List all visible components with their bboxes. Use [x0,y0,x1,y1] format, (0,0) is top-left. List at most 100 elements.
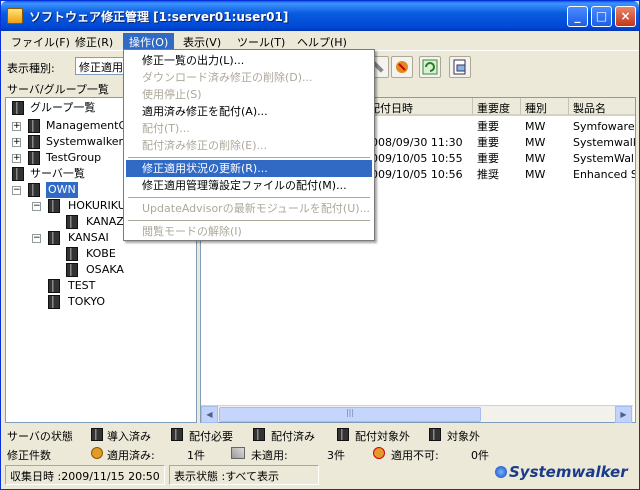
column-header-severity[interactable]: 重要度 [473,98,521,116]
minimize-button[interactable]: _ [567,6,588,27]
server-icon [48,279,60,293]
applied-label: 適用済み: [107,449,155,462]
display-type-label: 表示種別: [7,62,55,75]
maximize-button[interactable]: □ [591,6,612,27]
row-0-product: Symfoware [573,120,635,133]
server-state-label: サーバの状態 [7,430,73,443]
tree-node-label: OSAKA [86,263,124,276]
applied-icon [91,447,103,459]
display-state-status: 表示状態 :すべて表示 [169,465,319,485]
collected-time-status: 収集日時 :2009/11/15 20:50 [5,465,165,485]
column-header-product[interactable]: 製品名 [569,98,635,116]
menu-tools[interactable]: ツール(T) [231,33,291,50]
menu-view[interactable]: 表示(V) [177,33,227,50]
legend-not-target-distribution: 配付対象外 [355,430,410,443]
menu-distribute-updateadvisor[interactable]: UpdateAdvisorの最新モジュールを配付(U)... [126,200,372,217]
applied-count: 1件 [187,449,205,462]
legend-required: 配付必要 [189,430,233,443]
display-type-select[interactable]: 修正適用 [75,57,125,75]
menu-separator [128,157,370,158]
scroll-thumb[interactable]: ||| [219,407,481,422]
collapse-icon[interactable]: − [32,234,41,243]
refresh-icon [422,59,438,75]
row-2-kind: MW [525,152,546,165]
row-3-kind: MW [525,168,546,181]
not-applicable-count: 0件 [471,449,489,462]
export-button[interactable] [449,56,471,78]
not-applied-label: 未適用: [251,449,288,462]
collapse-icon[interactable]: − [12,186,21,195]
server-icon [48,231,60,245]
tree-group-label: TestGroup [46,151,102,164]
operation-menu: 修正一覧の出力(L)... ダウンロード済み修正の削除(D)... 使用停止(S… [123,49,375,241]
not-applied-count: 3件 [327,449,345,462]
systemwalker-logo-icon [495,466,507,478]
server-warning-icon [66,215,78,229]
column-header-kind[interactable]: 種別 [521,98,569,116]
refresh-button[interactable] [419,56,441,78]
menu-help[interactable]: ヘルプ(H) [291,33,353,50]
tree-node-label: KANSAI [68,231,109,244]
not-target-icon [429,428,441,441]
expand-icon[interactable]: + [12,138,21,147]
scroll-right-icon[interactable]: ▶ [615,406,632,423]
not-applied-icon [231,447,245,459]
horizontal-scrollbar[interactable]: ◀ ||| ▶ [201,405,633,423]
menu-operation[interactable]: 操作(O) [123,33,175,50]
menu-file[interactable]: ファイル(F) [5,33,76,50]
brand-logo: Systemwalker [509,463,628,481]
title-bar[interactable]: ソフトウェア修正管理 [1:server01:user01] _ □ × [1,1,639,31]
menu-distribute[interactable]: 配付(T)... [126,120,372,137]
row-0-kind: MW [525,120,546,133]
row-1-date: 008/09/30 11:30 [371,136,463,149]
tree-node-label: TEST [68,279,96,292]
row-0-severity: 重要 [477,120,499,133]
folder-server-icon [12,101,24,115]
close-button[interactable]: × [615,6,636,27]
row-2-date: 009/10/05 10:55 [371,152,463,165]
app-icon [7,8,23,24]
menu-delete-distributed[interactable]: 配付済み修正の削除(E)... [126,137,372,154]
expand-icon[interactable]: + [12,122,21,131]
tree-node-label: HOKURIKU [68,199,126,212]
server-icon [48,295,60,309]
menu-delete-downloaded[interactable]: ダウンロード済み修正の削除(D)... [126,69,372,86]
menu-bar: ファイル(F) 修正(R) 操作(O) 表示(V) ツール(T) ヘルプ(H) [1,31,639,51]
row-1-kind: MW [525,136,546,149]
menu-distribute-ledger-config[interactable]: 修正適用管理簿設定ファイルの配付(M)... [126,177,372,194]
row-2-severity: 重要 [477,152,499,165]
menu-stop-use[interactable]: 使用停止(S) [126,86,372,103]
tree-node-label: TOKYO [68,295,105,308]
menu-fix[interactable]: 修正(R) [69,33,119,50]
menu-update-status[interactable]: 修正適用状況の更新(R)... [126,160,372,177]
server-icon [28,119,40,133]
menu-distribute-applied[interactable]: 適用済み修正を配付(A)... [126,103,372,120]
tree-server-root-label: サーバ一覧 [30,167,85,180]
tree-node-label-selected: OWN [46,182,78,198]
server-icon [12,167,24,181]
server-icon [28,135,40,149]
tool-button-2[interactable] [391,56,413,78]
legend-distributed: 配付済み [271,430,315,443]
row-3-severity: 推奨 [477,168,499,181]
server-icon [28,151,40,165]
scroll-left-icon[interactable]: ◀ [201,406,218,423]
collapse-icon[interactable]: − [32,202,41,211]
row-1-severity: 重要 [477,136,499,149]
server-group-list-label: サーバ/グループ一覧 [7,83,109,96]
tree-node-label: KANAZ [86,215,124,228]
server-warning-icon [66,247,78,261]
tree-group-label: Systemwalker [46,135,124,148]
tree-group-label: ManagementGr [46,119,132,132]
menu-export-fix-list[interactable]: 修正一覧の出力(L)... [126,52,372,69]
expand-icon[interactable]: + [12,154,21,163]
installed-icon [91,428,103,441]
not-applicable-icon [373,447,385,459]
server-distributed-icon [48,199,60,213]
export-icon [453,59,466,75]
window-title: ソフトウェア修正管理 [1:server01:user01] [29,10,289,24]
server-required-icon [66,263,78,277]
app-window: ソフトウェア修正管理 [1:server01:user01] _ □ × ファイ… [0,0,640,490]
menu-release-view-mode[interactable]: 閲覧モードの解除(I) [126,223,372,240]
stop-icon [396,61,408,73]
